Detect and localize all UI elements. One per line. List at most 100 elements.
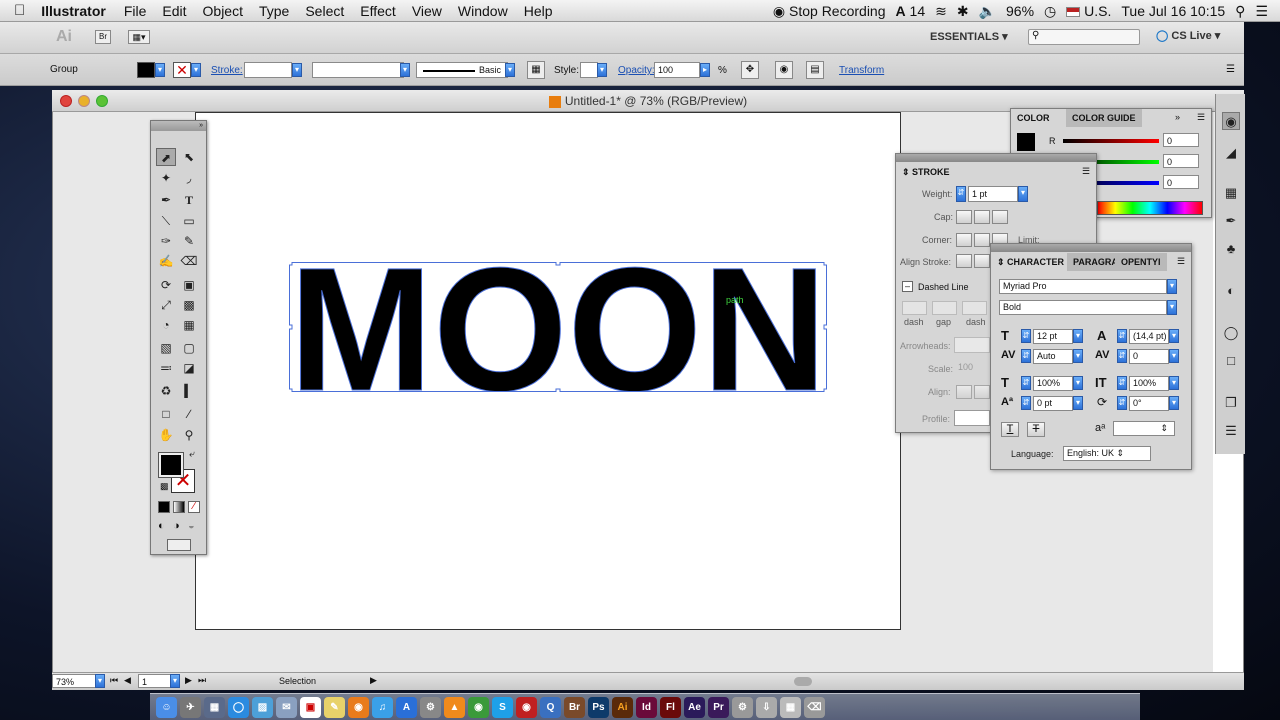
tab-color[interactable]: COLOR <box>1011 109 1056 127</box>
calendar-icon[interactable]: ▣ <box>300 696 321 718</box>
arrowhead-start-select[interactable] <box>954 337 990 353</box>
symbol-sprayer-tool-icon[interactable]: ♻ <box>156 382 176 400</box>
character-rotation-field[interactable]: 0° <box>1129 396 1169 411</box>
align-inside-button[interactable] <box>974 254 990 268</box>
color-panel-icon[interactable]: ◉ <box>1222 112 1240 130</box>
paintbrush-tool-icon[interactable]: ✑ <box>156 232 176 250</box>
tab-color-guide[interactable]: COLOR GUIDE <box>1066 109 1142 127</box>
bbox-handle-mr[interactable] <box>823 324 827 330</box>
horizontal-scrollbar-thumb[interactable] <box>794 677 812 686</box>
system-preferences-icon[interactable]: ⚙ <box>420 696 441 718</box>
artboard-nav-prev[interactable]: ◀ <box>124 675 131 686</box>
horizontal-scale-stepper[interactable]: ⇵ <box>1117 376 1127 390</box>
variable-width-dropdown[interactable]: ▾ <box>400 63 410 77</box>
control-panel-menu-icon[interactable]: ☰ <box>1226 64 1235 75</box>
character-rotation-dropdown[interactable]: ▾ <box>1169 396 1179 410</box>
tools-panel-header[interactable]: » <box>151 121 206 131</box>
language-select[interactable]: English: UK ⇕ <box>1063 446 1151 461</box>
perspective-grid-tool-icon[interactable]: ▦ <box>179 316 199 334</box>
stroke-swatch[interactable]: ✕ <box>173 62 191 78</box>
kerning-dropdown[interactable]: ▾ <box>1073 349 1083 363</box>
after-effects-dock-icon[interactable]: Ae <box>684 696 705 718</box>
wifi-icon[interactable]: ≋ <box>935 3 947 20</box>
status-menu-arrow[interactable]: ▶ <box>370 675 377 686</box>
draw-behind-icon[interactable]: ◑ <box>173 520 180 532</box>
opacity-field[interactable]: 100 <box>654 62 700 78</box>
graphic-styles-icon[interactable]: ◐ <box>1222 282 1240 300</box>
free-transform-tool-icon[interactable]: ▩ <box>179 296 199 314</box>
zoom-tool-icon[interactable]: ⚲ <box>179 426 199 444</box>
color-guide-icon[interactable]: ◢ <box>1222 144 1240 162</box>
flash-dock-icon[interactable]: Fl <box>660 696 681 718</box>
stroke-weight-field[interactable] <box>244 62 292 78</box>
appearance-icon[interactable]: ◯ <box>1222 324 1240 342</box>
tracking-field[interactable]: 0 <box>1129 349 1169 364</box>
miter-join-button[interactable] <box>956 233 972 247</box>
bbox-handle-br[interactable] <box>823 388 827 392</box>
stroke-weight-dropdown[interactable]: ▾ <box>292 63 302 77</box>
transparency-icon[interactable]: □ <box>1222 352 1240 370</box>
time-machine-icon[interactable]: ◷ <box>1044 3 1056 20</box>
color-fill-swatch[interactable] <box>1017 133 1035 151</box>
gradient-tool-icon[interactable]: ▢ <box>179 339 199 357</box>
safari-icon[interactable]: ◯ <box>228 696 249 718</box>
width-tool-icon[interactable]: ⤢ <box>156 296 176 314</box>
align-options-icon[interactable]: ✥ <box>741 61 759 79</box>
g-value-field[interactable]: 0 <box>1163 154 1199 168</box>
round-join-button[interactable] <box>974 233 990 247</box>
notification-icon[interactable]: ☰ <box>1255 3 1268 20</box>
leading-field[interactable]: (14,4 pt) <box>1129 329 1169 344</box>
menu-view[interactable]: View <box>404 3 450 19</box>
fill-dropdown[interactable]: ▾ <box>155 63 165 77</box>
artboards-icon[interactable]: ❐ <box>1222 394 1240 412</box>
menu-effect[interactable]: Effect <box>352 3 404 19</box>
font-size-field[interactable]: 12 pt <box>1033 329 1073 344</box>
strikethrough-button[interactable]: T <box>1027 422 1045 437</box>
help-search-input[interactable]: ⚲ <box>1028 29 1140 45</box>
horizontal-scale-dropdown[interactable]: ▾ <box>1169 376 1179 390</box>
preview-icon[interactable]: ▨ <box>252 696 273 718</box>
eraser-tool-icon[interactable]: ⌫ <box>179 252 199 270</box>
skype-icon[interactable]: S <box>492 696 513 718</box>
dash-field-1[interactable] <box>902 301 927 315</box>
style-swatch[interactable] <box>580 62 598 78</box>
opacity-link[interactable]: Opacity: <box>618 65 655 76</box>
launchpad-icon[interactable]: ✈ <box>180 696 201 718</box>
vertical-scale-stepper[interactable]: ⇵ <box>1021 376 1031 390</box>
anti-aliasing-select[interactable]: ⇕ <box>1113 421 1175 436</box>
stroke-panel-header[interactable] <box>896 154 1096 162</box>
r-slider[interactable] <box>1063 139 1159 143</box>
gap-field-1[interactable] <box>932 301 957 315</box>
input-source[interactable]: U.S. <box>1066 3 1111 19</box>
tab-character[interactable]: ⇕ CHARACTER <box>991 253 1071 271</box>
menu-edit[interactable]: Edit <box>154 3 194 19</box>
font-size-dropdown[interactable]: ▾ <box>1073 329 1083 343</box>
eyedropper-tool-icon[interactable]: ≕ <box>156 359 176 377</box>
firefox-icon[interactable]: ◉ <box>348 696 369 718</box>
screen-mode-icon[interactable] <box>167 539 191 551</box>
direct-selection-tool-icon[interactable]: ⬉ <box>179 148 199 166</box>
select-similar-icon[interactable]: ▤ <box>806 61 824 79</box>
swatches-icon[interactable]: ▦ <box>1222 184 1240 202</box>
zoom-button[interactable] <box>96 95 108 107</box>
bluetooth-icon[interactable]: ✱ <box>957 3 969 20</box>
character-panel-header[interactable] <box>991 244 1191 252</box>
trash-icon[interactable]: ⌫ <box>804 696 825 718</box>
kerning-field[interactable]: Auto <box>1033 349 1073 364</box>
stroke-dropdown[interactable]: ▾ <box>191 63 201 77</box>
pencil-tool-icon[interactable]: ✎ <box>179 232 199 250</box>
bbox-handle-bc[interactable] <box>555 388 561 392</box>
fill-swatch[interactable] <box>137 62 155 78</box>
downloads-stack-icon[interactable]: ⇩ <box>756 696 777 718</box>
mission-control-icon[interactable]: ▦ <box>204 696 225 718</box>
bbox-handle-bl[interactable] <box>289 388 293 392</box>
illustrator-dock-icon[interactable]: Ai <box>612 696 633 718</box>
font-style-dropdown[interactable]: ▾ <box>1167 300 1177 315</box>
magic-wand-tool-icon[interactable]: ✦ <box>156 169 176 187</box>
stroke-link[interactable]: Stroke: <box>211 65 243 76</box>
default-fill-stroke-icon[interactable]: ▩ <box>160 481 169 492</box>
leading-stepper[interactable]: ⇵ <box>1117 329 1127 343</box>
tab-stroke[interactable]: ⇕ STROKE <box>896 163 956 181</box>
artboard-tool-icon[interactable]: □ <box>156 405 176 423</box>
bbox-handle-tc[interactable] <box>555 262 561 266</box>
